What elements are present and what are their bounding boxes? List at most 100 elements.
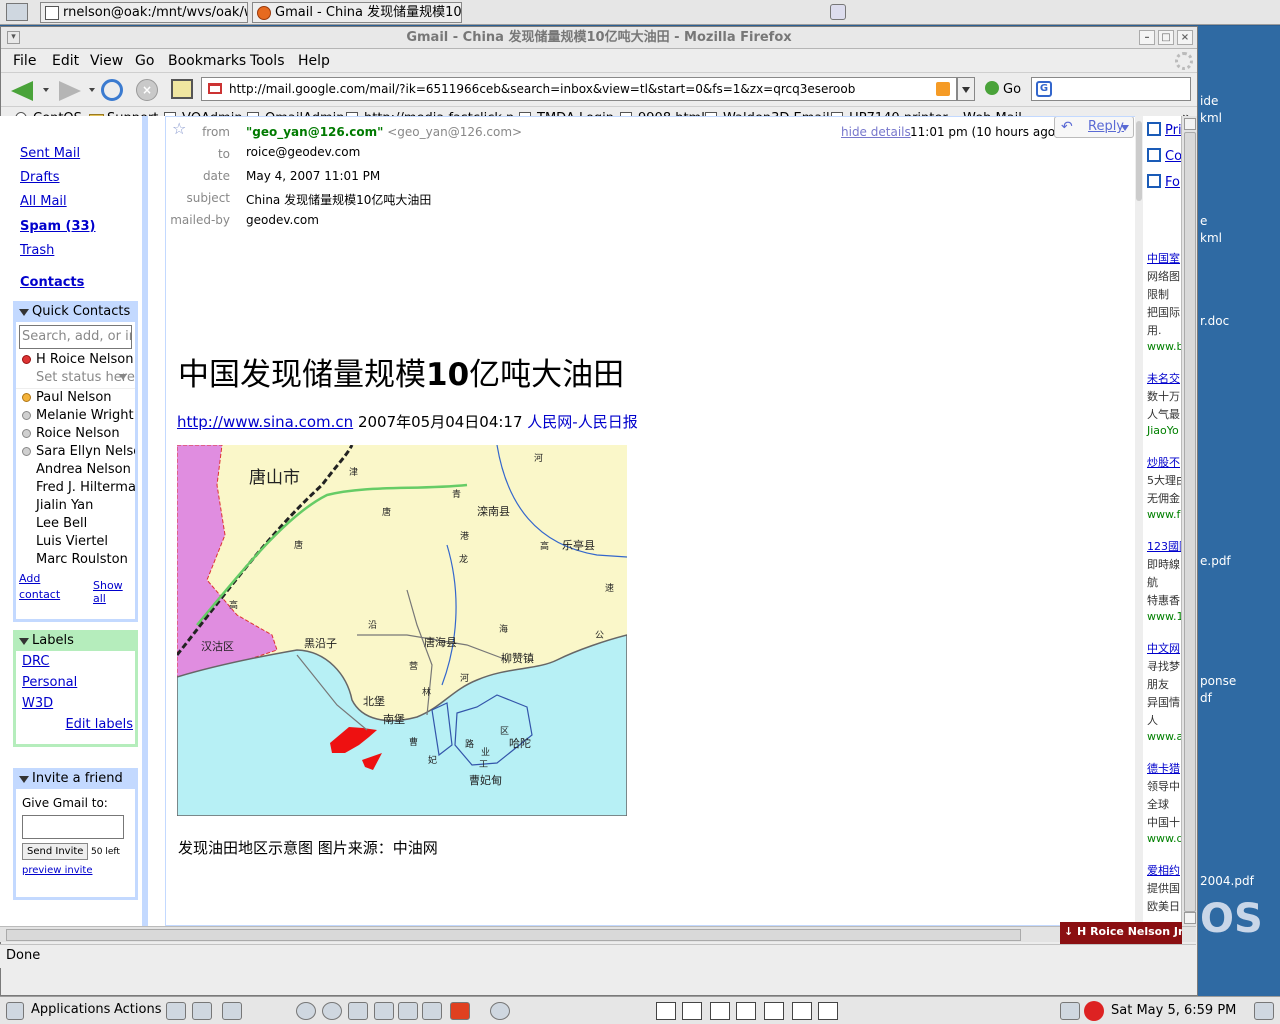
invite-header[interactable]: Invite a friend xyxy=(16,771,135,789)
labels-header[interactable]: Labels xyxy=(16,633,135,651)
ad-title[interactable]: 中文网 xyxy=(1147,640,1180,656)
back-dropdown-icon[interactable] xyxy=(43,88,49,92)
reload-icon[interactable] xyxy=(101,79,123,101)
window-menu-icon[interactable]: ▾ xyxy=(7,31,20,44)
launcher-icon[interactable] xyxy=(222,1002,242,1020)
search-box[interactable]: G xyxy=(1031,77,1191,101)
contact-row[interactable]: Roice Nelson xyxy=(16,425,135,443)
menu-file[interactable]: File xyxy=(13,53,36,69)
network-icon[interactable] xyxy=(322,1002,342,1020)
back-arrow-icon[interactable] xyxy=(11,81,33,101)
forward-dropdown-icon[interactable] xyxy=(89,88,95,92)
close-icon[interactable]: × xyxy=(1177,30,1193,45)
desktop-icon-label[interactable]: r.doc xyxy=(1200,314,1229,328)
launcher-icon[interactable] xyxy=(398,1002,418,1020)
scroll-up-arrow[interactable] xyxy=(1184,118,1196,130)
desktop-icon-label[interactable]: e xyxy=(1200,214,1207,228)
menu-tools[interactable]: Tools xyxy=(250,53,285,69)
workspace-1[interactable] xyxy=(656,1002,676,1020)
nav-trash[interactable]: Trash xyxy=(20,243,54,258)
ad-url[interactable]: www.fo xyxy=(1147,508,1185,521)
label-w3d[interactable]: W3D xyxy=(16,693,135,714)
stop-icon[interactable]: × xyxy=(136,79,158,101)
contact-row[interactable]: Luis Viertel xyxy=(16,533,135,551)
add-contact-link-1[interactable]: Add xyxy=(19,572,40,585)
nav-spam[interactable]: Spam (33) xyxy=(20,219,96,234)
workspace-4[interactable] xyxy=(736,1002,756,1020)
message-scrollbar-thumb[interactable] xyxy=(1136,121,1142,201)
contact-row[interactable]: Andrea Nelson xyxy=(16,461,135,479)
launcher-icon[interactable] xyxy=(450,1002,470,1020)
phone-launcher-icon[interactable] xyxy=(490,1002,510,1020)
contact-row[interactable]: Jialin Yan xyxy=(16,497,135,515)
set-status-input[interactable]: Set status here xyxy=(16,369,135,389)
nav-contacts[interactable]: Contacts xyxy=(20,275,84,290)
edit-labels-link[interactable]: Edit labels xyxy=(16,714,135,735)
workspace-5[interactable] xyxy=(764,1002,784,1020)
launcher-icon[interactable] xyxy=(166,1002,186,1020)
launcher-icon[interactable] xyxy=(192,1002,212,1020)
launcher-icon[interactable] xyxy=(422,1002,442,1020)
contact-row[interactable]: Lee Bell xyxy=(16,515,135,533)
chat-window-tab[interactable]: ↓ H Roice Nelson Jr xyxy=(1060,922,1182,944)
desktop-icon-label[interactable]: kml xyxy=(1200,111,1222,125)
desktop-icon-label[interactable]: 2004.pdf xyxy=(1200,874,1254,888)
ad-title[interactable]: 中国室 xyxy=(1147,250,1180,266)
home-icon[interactable] xyxy=(171,79,193,99)
desktop-icon-label[interactable]: ide xyxy=(1200,94,1218,108)
desktop-icon-label[interactable]: e.pdf xyxy=(1200,554,1231,568)
firefox-launcher-icon[interactable] xyxy=(296,1002,316,1020)
scroll-down-arrow[interactable] xyxy=(1184,912,1196,924)
menu-view[interactable]: View xyxy=(90,53,123,69)
go-button[interactable]: Go xyxy=(985,81,1021,97)
reply-button[interactable]: Reply xyxy=(1054,117,1134,138)
nav-all-mail[interactable]: All Mail xyxy=(20,194,67,209)
taskbar-item-terminal[interactable]: rnelson@oak:/mnt/wvs/oak/ww xyxy=(40,2,248,23)
ad-title[interactable]: 未名交 xyxy=(1147,370,1180,386)
menu-bookmarks[interactable]: Bookmarks xyxy=(168,53,246,69)
url-history-dropdown[interactable] xyxy=(957,77,975,101)
ad-title[interactable]: 德卡猎 xyxy=(1147,760,1180,776)
notification-icon[interactable] xyxy=(830,4,846,20)
nav-sent-mail[interactable]: Sent Mail xyxy=(20,146,80,161)
collapse-action[interactable]: Co xyxy=(1147,148,1182,164)
sender-name[interactable]: "geo_yan@126.com" xyxy=(246,125,383,139)
page-horizontal-scrollbar[interactable] xyxy=(0,926,1196,942)
menu-go[interactable]: Go xyxy=(135,53,154,69)
ad-url[interactable]: www.a xyxy=(1147,730,1183,743)
print-action[interactable]: Pri xyxy=(1147,122,1182,138)
ad-title[interactable]: 炒股不 xyxy=(1147,454,1180,470)
invite-email-input[interactable] xyxy=(22,815,124,839)
desktop-icon-label[interactable]: ponse xyxy=(1200,674,1236,688)
menu-help[interactable]: Help xyxy=(298,53,330,69)
preview-invite-link[interactable]: preview invite xyxy=(16,865,135,876)
add-contact-link-2[interactable]: contact xyxy=(19,588,60,601)
contacts-search-input[interactable]: Search, add, or invite xyxy=(19,325,132,349)
reply-dropdown-icon[interactable] xyxy=(1121,125,1129,131)
clock[interactable]: Sat May 5, 6:59 PM xyxy=(1111,1003,1236,1018)
alert-icon[interactable] xyxy=(1084,1001,1104,1021)
desktop-icon-label[interactable]: df xyxy=(1200,691,1212,705)
contact-row[interactable]: Melanie Wright xyxy=(16,407,135,425)
forward-arrow-icon[interactable] xyxy=(59,81,81,101)
nav-drafts[interactable]: Drafts xyxy=(20,170,60,185)
contact-row[interactable]: Fred J. Hilterman xyxy=(16,479,135,497)
contact-row[interactable]: Sara Ellyn Nelson xyxy=(16,443,135,461)
url-bar[interactable]: http://mail.google.com/mail/?ik=6511966c… xyxy=(201,77,957,101)
ad-url[interactable]: JiaoYo xyxy=(1147,424,1179,437)
page-vertical-scrollbar[interactable] xyxy=(1181,116,1197,926)
applications-icon[interactable] xyxy=(6,1002,24,1020)
hide-details-link[interactable]: hide details xyxy=(841,125,911,139)
outlet-link[interactable]: 人民网-人民日报 xyxy=(527,413,637,431)
ad-url[interactable]: www.b xyxy=(1147,340,1183,353)
printer-tray-icon[interactable] xyxy=(1060,1002,1080,1020)
volume-icon[interactable] xyxy=(1254,1002,1274,1020)
taskbar-item-firefox[interactable]: Gmail - China 发现储量规模10亿 xyxy=(252,2,462,23)
horizontal-scrollbar-thumb[interactable] xyxy=(6,929,1021,941)
workspace-7[interactable] xyxy=(818,1002,838,1020)
label-personal[interactable]: Personal xyxy=(16,672,135,693)
send-invite-button[interactable]: Send Invite xyxy=(22,843,89,860)
ad-title[interactable]: 123國際 xyxy=(1147,538,1185,554)
rss-feed-icon[interactable] xyxy=(936,82,950,96)
launcher-icon[interactable] xyxy=(374,1002,394,1020)
